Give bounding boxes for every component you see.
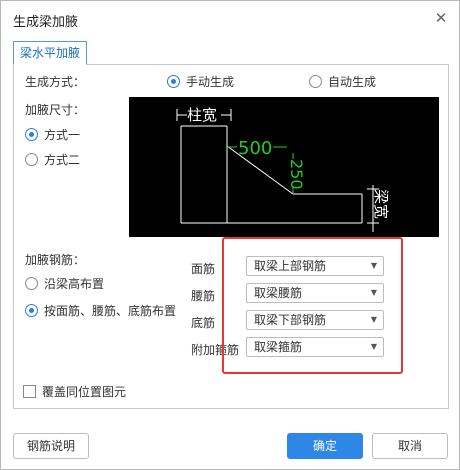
side-rebar-label: 腰筋 xyxy=(191,289,216,303)
cover-same-position-checkbox[interactable]: 覆盖同位置图元 xyxy=(23,383,126,400)
generation-method-label: 生成方式： xyxy=(25,75,86,89)
radio-checked-icon xyxy=(167,75,180,88)
side-rebar-select[interactable]: 取梁腰筋 ▼ xyxy=(246,283,384,303)
beam-width-label: 梁宽 xyxy=(372,189,390,219)
radio-manual-generate[interactable]: 手动生成 xyxy=(167,73,234,90)
chevron-down-icon: ▼ xyxy=(370,342,377,351)
haunch-diagram-svg: 柱宽 500 250 梁宽 xyxy=(176,106,390,232)
additional-stirrup-select[interactable]: 取梁箍筋 ▼ xyxy=(246,337,384,357)
haunch-rebar-label: 加腋钢筋： xyxy=(25,253,86,267)
radio-unchecked-icon xyxy=(309,75,322,88)
haunch-preview-diagram: 柱宽 500 250 梁宽 xyxy=(129,97,439,237)
checkbox-label: 覆盖同位置图元 xyxy=(42,385,127,399)
ok-button[interactable]: 确定 xyxy=(287,433,363,459)
chevron-down-icon: ▼ xyxy=(370,288,377,297)
close-icon[interactable]: ✕ xyxy=(433,10,449,26)
select-value: 取梁腰筋 xyxy=(254,286,303,300)
radio-by-top-side-bottom[interactable]: 按面筋、腰筋、底筋布置 xyxy=(25,302,176,319)
bottom-rebar-label: 底筋 xyxy=(191,316,216,330)
radio-unchecked-icon xyxy=(25,277,38,290)
column-width-label: 柱宽 xyxy=(187,106,217,124)
radio-label: 方式二 xyxy=(44,153,81,167)
select-value: 取梁上部钢筋 xyxy=(254,259,327,273)
dim-500-label: 500 xyxy=(238,138,272,159)
chevron-down-icon: ▼ xyxy=(370,315,377,324)
haunch-size-label: 加腋尺寸： xyxy=(25,103,86,117)
top-rebar-select[interactable]: 取梁上部钢筋 ▼ xyxy=(246,256,384,276)
tab-beam-horizontal-haunch[interactable]: 梁水平加腋 xyxy=(13,41,88,65)
radio-method-two[interactable]: 方式二 xyxy=(25,151,80,168)
radio-checked-icon xyxy=(25,304,38,317)
radio-unchecked-icon xyxy=(25,153,38,166)
radio-label: 自动生成 xyxy=(328,75,377,89)
dim-250-label: 250 xyxy=(287,159,306,190)
chevron-down-icon: ▼ xyxy=(370,261,377,270)
radio-method-one[interactable]: 方式一 xyxy=(25,126,80,143)
radio-along-beam-height[interactable]: 沿梁高布置 xyxy=(25,275,104,292)
top-rebar-label: 面筋 xyxy=(191,262,216,276)
radio-label: 方式一 xyxy=(44,128,81,142)
radio-label: 沿梁高布置 xyxy=(44,277,105,291)
radio-label: 手动生成 xyxy=(186,75,235,89)
rebar-help-button[interactable]: 钢筋说明 xyxy=(13,433,89,459)
bottom-rebar-select[interactable]: 取梁下部钢筋 ▼ xyxy=(246,310,384,330)
select-value: 取梁箍筋 xyxy=(254,340,303,354)
generate-beam-haunch-dialog: 生成梁加腋 ✕ 梁水平加腋 生成方式： 手动生成 自动生成 加腋尺寸： 方式一 … xyxy=(0,0,460,470)
additional-stirrup-label: 附加箍筋 xyxy=(191,343,240,357)
cancel-button[interactable]: 取消 xyxy=(372,433,448,459)
radio-checked-icon xyxy=(25,128,38,141)
dialog-title: 生成梁加腋 xyxy=(13,15,79,30)
checkbox-unchecked-icon xyxy=(23,385,36,398)
radio-label: 按面筋、腰筋、底筋布置 xyxy=(44,304,177,318)
select-value: 取梁下部钢筋 xyxy=(254,313,327,327)
radio-auto-generate[interactable]: 自动生成 xyxy=(309,73,376,90)
